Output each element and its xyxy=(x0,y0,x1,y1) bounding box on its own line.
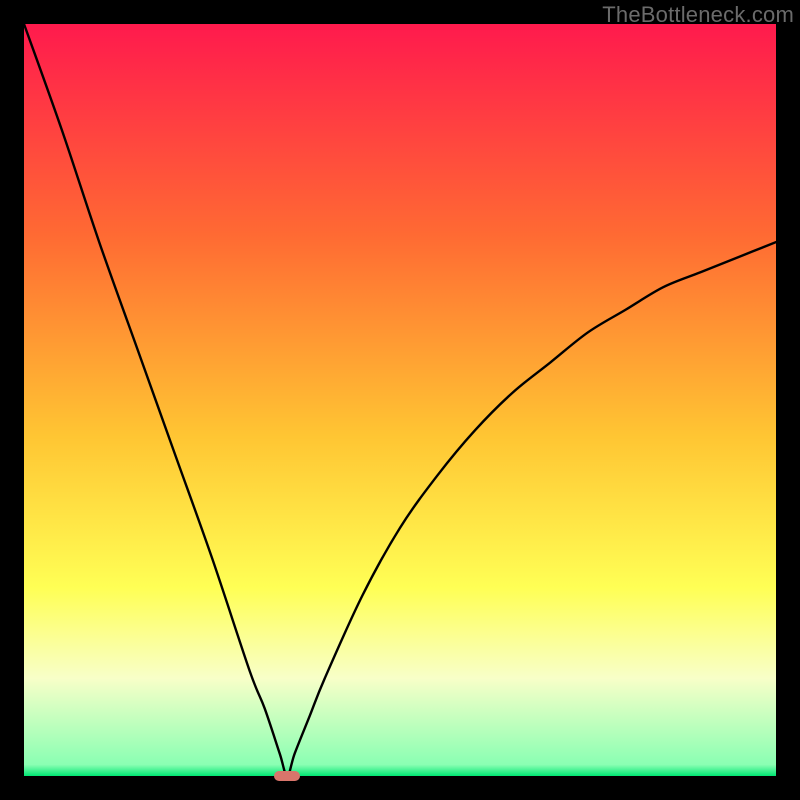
watermark-text: TheBottleneck.com xyxy=(602,2,794,28)
chart-frame xyxy=(24,24,776,776)
gradient-background xyxy=(24,24,776,776)
bottleneck-chart xyxy=(24,24,776,776)
optimal-point-marker xyxy=(274,771,300,782)
